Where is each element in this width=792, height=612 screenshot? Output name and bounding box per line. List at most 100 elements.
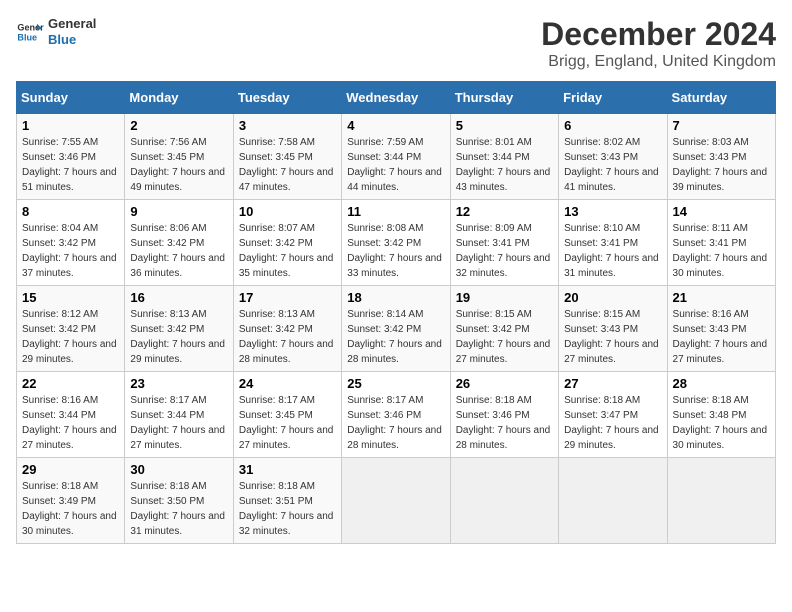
page-header: General Blue General Blue December 2024 …	[16, 16, 776, 71]
day-info: Sunrise: 8:18 AMSunset: 3:47 PMDaylight:…	[564, 393, 661, 453]
calendar-table: SundayMondayTuesdayWednesdayThursdayFrid…	[16, 81, 776, 544]
calendar-cell: 3 Sunrise: 7:58 AMSunset: 3:45 PMDayligh…	[233, 114, 341, 200]
calendar-week-3: 15 Sunrise: 8:12 AMSunset: 3:42 PMDaylig…	[17, 286, 776, 372]
calendar-cell: 30 Sunrise: 8:18 AMSunset: 3:50 PMDaylig…	[125, 458, 233, 544]
calendar-week-2: 8 Sunrise: 8:04 AMSunset: 3:42 PMDayligh…	[17, 200, 776, 286]
calendar-cell: 15 Sunrise: 8:12 AMSunset: 3:42 PMDaylig…	[17, 286, 125, 372]
day-number: 10	[239, 204, 336, 219]
day-info: Sunrise: 8:16 AMSunset: 3:43 PMDaylight:…	[673, 307, 770, 367]
day-info: Sunrise: 8:14 AMSunset: 3:42 PMDaylight:…	[347, 307, 444, 367]
col-header-wednesday: Wednesday	[342, 82, 450, 114]
day-number: 13	[564, 204, 661, 219]
day-info: Sunrise: 7:56 AMSunset: 3:45 PMDaylight:…	[130, 135, 227, 195]
day-number: 5	[456, 118, 553, 133]
calendar-cell	[559, 458, 667, 544]
calendar-cell: 29 Sunrise: 8:18 AMSunset: 3:49 PMDaylig…	[17, 458, 125, 544]
calendar-cell: 24 Sunrise: 8:17 AMSunset: 3:45 PMDaylig…	[233, 372, 341, 458]
day-number: 16	[130, 290, 227, 305]
col-header-tuesday: Tuesday	[233, 82, 341, 114]
day-info: Sunrise: 8:16 AMSunset: 3:44 PMDaylight:…	[22, 393, 119, 453]
calendar-cell: 6 Sunrise: 8:02 AMSunset: 3:43 PMDayligh…	[559, 114, 667, 200]
day-number: 23	[130, 376, 227, 391]
calendar-cell: 26 Sunrise: 8:18 AMSunset: 3:46 PMDaylig…	[450, 372, 558, 458]
calendar-cell: 9 Sunrise: 8:06 AMSunset: 3:42 PMDayligh…	[125, 200, 233, 286]
logo-line1: General	[48, 16, 96, 32]
day-number: 26	[456, 376, 553, 391]
calendar-cell	[450, 458, 558, 544]
day-number: 15	[22, 290, 119, 305]
day-info: Sunrise: 7:55 AMSunset: 3:46 PMDaylight:…	[22, 135, 119, 195]
calendar-week-1: 1 Sunrise: 7:55 AMSunset: 3:46 PMDayligh…	[17, 114, 776, 200]
logo-line2: Blue	[48, 32, 96, 48]
day-info: Sunrise: 8:18 AMSunset: 3:49 PMDaylight:…	[22, 479, 119, 539]
calendar-cell: 5 Sunrise: 8:01 AMSunset: 3:44 PMDayligh…	[450, 114, 558, 200]
day-number: 24	[239, 376, 336, 391]
calendar-cell: 12 Sunrise: 8:09 AMSunset: 3:41 PMDaylig…	[450, 200, 558, 286]
col-header-saturday: Saturday	[667, 82, 775, 114]
col-header-monday: Monday	[125, 82, 233, 114]
calendar-cell: 11 Sunrise: 8:08 AMSunset: 3:42 PMDaylig…	[342, 200, 450, 286]
calendar-cell	[667, 458, 775, 544]
calendar-cell: 10 Sunrise: 8:07 AMSunset: 3:42 PMDaylig…	[233, 200, 341, 286]
day-number: 19	[456, 290, 553, 305]
col-header-friday: Friday	[559, 82, 667, 114]
calendar-cell: 31 Sunrise: 8:18 AMSunset: 3:51 PMDaylig…	[233, 458, 341, 544]
day-info: Sunrise: 8:13 AMSunset: 3:42 PMDaylight:…	[239, 307, 336, 367]
day-number: 11	[347, 204, 444, 219]
day-info: Sunrise: 8:08 AMSunset: 3:42 PMDaylight:…	[347, 221, 444, 281]
calendar-cell: 7 Sunrise: 8:03 AMSunset: 3:43 PMDayligh…	[667, 114, 775, 200]
calendar-cell: 19 Sunrise: 8:15 AMSunset: 3:42 PMDaylig…	[450, 286, 558, 372]
day-number: 9	[130, 204, 227, 219]
calendar-cell: 20 Sunrise: 8:15 AMSunset: 3:43 PMDaylig…	[559, 286, 667, 372]
day-info: Sunrise: 8:09 AMSunset: 3:41 PMDaylight:…	[456, 221, 553, 281]
day-number: 27	[564, 376, 661, 391]
calendar-cell: 13 Sunrise: 8:10 AMSunset: 3:41 PMDaylig…	[559, 200, 667, 286]
day-info: Sunrise: 8:06 AMSunset: 3:42 PMDaylight:…	[130, 221, 227, 281]
day-number: 14	[673, 204, 770, 219]
day-number: 4	[347, 118, 444, 133]
day-number: 12	[456, 204, 553, 219]
day-number: 6	[564, 118, 661, 133]
day-info: Sunrise: 8:18 AMSunset: 3:48 PMDaylight:…	[673, 393, 770, 453]
calendar-cell: 2 Sunrise: 7:56 AMSunset: 3:45 PMDayligh…	[125, 114, 233, 200]
day-info: Sunrise: 8:18 AMSunset: 3:51 PMDaylight:…	[239, 479, 336, 539]
calendar-cell: 22 Sunrise: 8:16 AMSunset: 3:44 PMDaylig…	[17, 372, 125, 458]
day-number: 18	[347, 290, 444, 305]
calendar-cell: 14 Sunrise: 8:11 AMSunset: 3:41 PMDaylig…	[667, 200, 775, 286]
calendar-cell: 25 Sunrise: 8:17 AMSunset: 3:46 PMDaylig…	[342, 372, 450, 458]
calendar-cell: 8 Sunrise: 8:04 AMSunset: 3:42 PMDayligh…	[17, 200, 125, 286]
day-number: 25	[347, 376, 444, 391]
day-info: Sunrise: 8:11 AMSunset: 3:41 PMDaylight:…	[673, 221, 770, 281]
calendar-cell: 17 Sunrise: 8:13 AMSunset: 3:42 PMDaylig…	[233, 286, 341, 372]
day-number: 31	[239, 462, 336, 477]
calendar-week-5: 29 Sunrise: 8:18 AMSunset: 3:49 PMDaylig…	[17, 458, 776, 544]
day-number: 29	[22, 462, 119, 477]
day-info: Sunrise: 8:13 AMSunset: 3:42 PMDaylight:…	[130, 307, 227, 367]
calendar-cell: 1 Sunrise: 7:55 AMSunset: 3:46 PMDayligh…	[17, 114, 125, 200]
day-info: Sunrise: 8:17 AMSunset: 3:45 PMDaylight:…	[239, 393, 336, 453]
day-info: Sunrise: 8:17 AMSunset: 3:46 PMDaylight:…	[347, 393, 444, 453]
day-info: Sunrise: 8:18 AMSunset: 3:46 PMDaylight:…	[456, 393, 553, 453]
day-number: 3	[239, 118, 336, 133]
calendar-cell: 18 Sunrise: 8:14 AMSunset: 3:42 PMDaylig…	[342, 286, 450, 372]
day-info: Sunrise: 8:15 AMSunset: 3:43 PMDaylight:…	[564, 307, 661, 367]
day-info: Sunrise: 8:15 AMSunset: 3:42 PMDaylight:…	[456, 307, 553, 367]
day-number: 1	[22, 118, 119, 133]
calendar-cell	[342, 458, 450, 544]
day-number: 20	[564, 290, 661, 305]
calendar-week-4: 22 Sunrise: 8:16 AMSunset: 3:44 PMDaylig…	[17, 372, 776, 458]
day-number: 30	[130, 462, 227, 477]
day-info: Sunrise: 8:07 AMSunset: 3:42 PMDaylight:…	[239, 221, 336, 281]
day-info: Sunrise: 8:03 AMSunset: 3:43 PMDaylight:…	[673, 135, 770, 195]
day-number: 28	[673, 376, 770, 391]
day-info: Sunrise: 8:18 AMSunset: 3:50 PMDaylight:…	[130, 479, 227, 539]
day-info: Sunrise: 8:01 AMSunset: 3:44 PMDaylight:…	[456, 135, 553, 195]
logo: General Blue General Blue	[16, 16, 96, 47]
col-header-sunday: Sunday	[17, 82, 125, 114]
col-header-thursday: Thursday	[450, 82, 558, 114]
day-number: 2	[130, 118, 227, 133]
day-info: Sunrise: 7:59 AMSunset: 3:44 PMDaylight:…	[347, 135, 444, 195]
day-number: 8	[22, 204, 119, 219]
logo-icon: General Blue	[16, 18, 44, 46]
calendar-cell: 4 Sunrise: 7:59 AMSunset: 3:44 PMDayligh…	[342, 114, 450, 200]
